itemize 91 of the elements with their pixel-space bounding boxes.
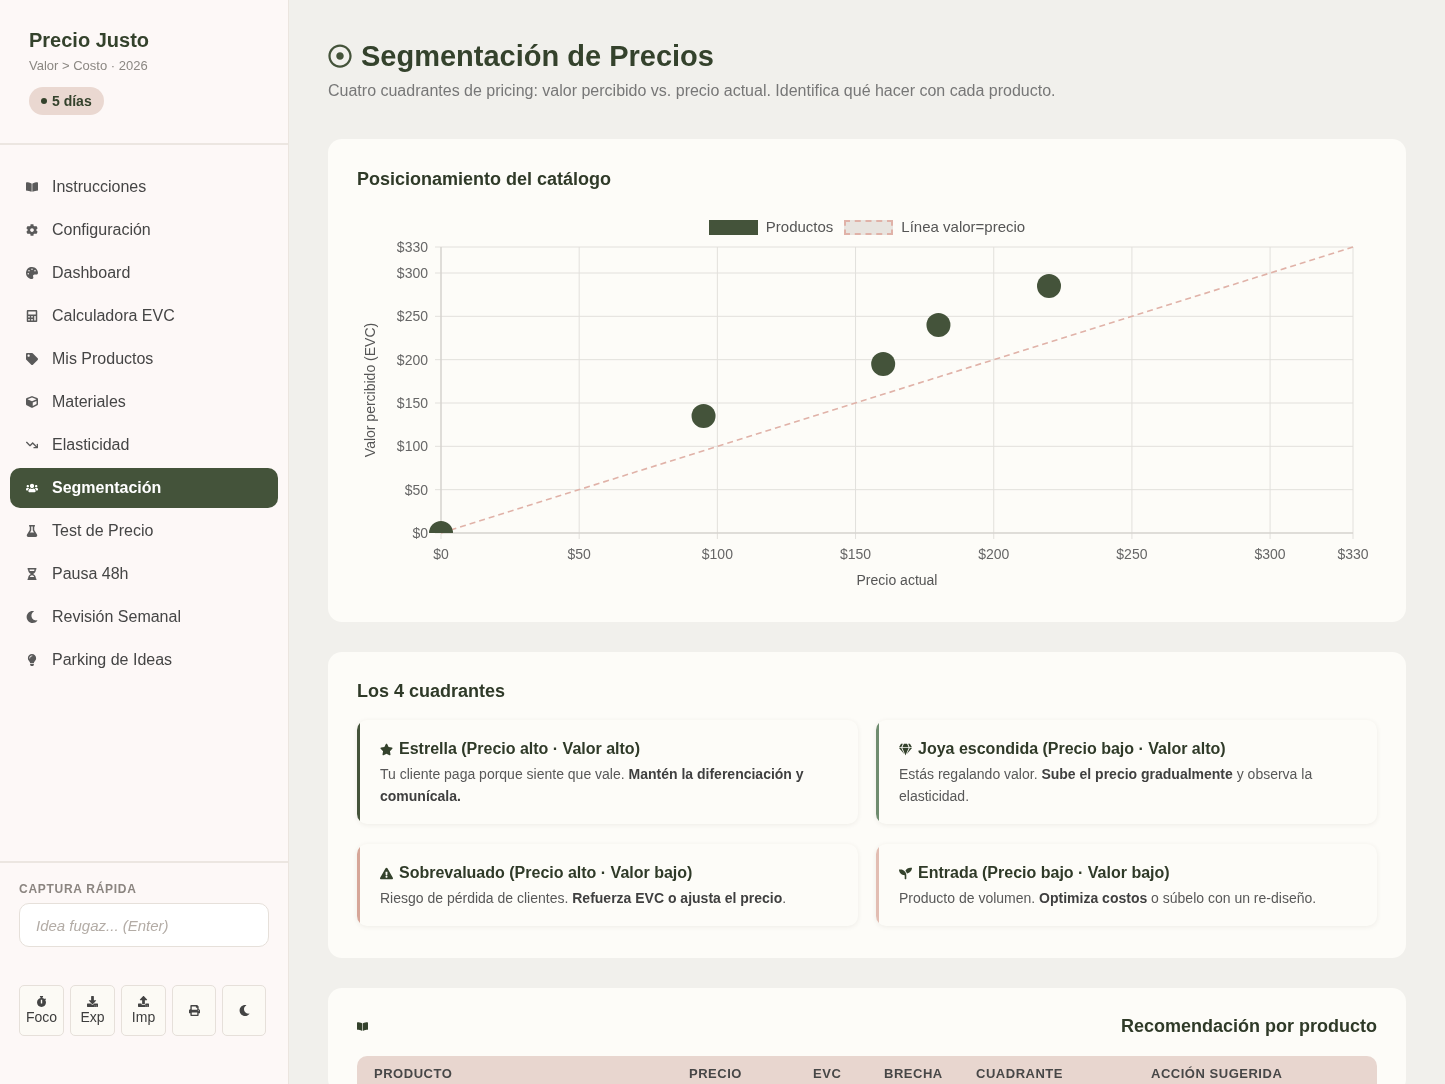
x-tick-label: $250 [1116,546,1148,562]
upload-icon [138,996,149,1007]
card-title: Los 4 cuadrantes [357,680,507,703]
column-header: PRODUCTO [374,1067,454,1081]
nav-item[interactable]: Calculadora EVC [10,296,278,336]
toolbar-button[interactable] [172,985,216,1036]
toolbar-button[interactable] [222,985,266,1036]
y-axis-title: Valor percibido (EVC) [362,322,378,458]
sprout-icon [899,866,912,880]
quadrant-title: Entrada (Precio bajo · Valor bajo) [918,863,1170,883]
legend-label: Línea valor=precio [901,217,1026,237]
nav-item[interactable]: Test de Precio [10,511,278,551]
app-title: Precio Justo [29,28,151,52]
page-title: Segmentación de Precios [361,39,714,74]
quadrant-title: Joya escondida (Precio bajo · Valor alto) [918,739,1226,759]
nav-item[interactable]: Configuración [10,210,278,250]
y-tick-label: $300 [396,265,428,281]
x-tick-label: $50 [567,546,591,562]
y-tick-label: $330 [396,239,428,255]
moon-icon [238,1005,250,1016]
hourglass-icon [26,568,38,580]
book-icon [357,1020,368,1032]
tag-icon [26,353,38,365]
column-header: PRECIO [689,1067,743,1081]
y-tick-label: $150 [396,395,428,411]
nav-item[interactable]: Segmentación [10,468,278,508]
stopwatch-icon [36,996,47,1007]
data-point [429,521,453,533]
nav-item[interactable]: Mis Productos [10,339,278,379]
quadrant-title: Estrella (Precio alto · Valor alto) [399,739,640,759]
star-icon [380,742,393,756]
print-icon [188,1005,200,1016]
cube-icon [26,396,38,408]
quadrant-description: Riesgo de pérdida de clientes. Refuerza EVC o ajusta el precio. [380,889,787,908]
nav-item[interactable]: Pausa 48h [10,554,278,594]
y-tick-label: $0 [412,525,428,541]
toolbar-button[interactable]: Exp [70,985,115,1036]
nav-item[interactable]: Instrucciones [10,167,278,207]
section-label: CAPTURA RÁPIDA [19,881,138,897]
nav-item[interactable]: Revisión Semanal [10,597,278,637]
y-tick-label: $200 [396,351,428,368]
target-icon [328,44,352,68]
quadrant-title: Sobrevaluado (Precio alto · Valor bajo) [399,863,693,883]
data-point [871,352,896,376]
nav-item[interactable]: Materiales [10,382,278,422]
toolbar-button[interactable]: Imp [121,985,166,1036]
trend-down-icon [26,439,38,451]
column-header: BRECHA [884,1067,944,1081]
quadrant-description: Tu cliente paga porque siente que vale. Mantén la diferenciación y comunícala. [380,765,805,806]
x-tick-label: $330 [1337,546,1369,562]
users-icon [26,482,38,494]
book-icon [26,181,38,193]
x-tick-label: $0 [433,546,449,562]
toolbar-button[interactable]: Foco [19,985,64,1036]
legend-swatch-icon [844,219,894,235]
card-title: Recomendación por producto [1120,1015,1377,1038]
warning-icon [380,866,393,880]
data-point [1037,274,1061,298]
download-icon [87,996,98,1007]
flask-icon [26,525,38,537]
gear-icon [26,224,38,236]
nav-item[interactable]: Dashboard [10,253,278,293]
lightbulb-icon [26,654,38,666]
column-header: CUADRANTE [976,1067,1064,1081]
data-point [926,313,951,337]
y-tick-label: $100 [396,438,428,455]
y-tick-label: $250 [396,308,428,325]
x-tick-label: $200 [978,546,1010,562]
x-tick-label: $300 [1254,546,1286,562]
badge-text: 5 días [52,92,92,111]
x-tick-label: $100 [701,546,733,562]
page-subtitle: Cuatro cuadrantes de pricing: valor percibido vs. precio actual. Identifica qué hacer con cada producto. [328,81,1057,101]
app-subtitle: Valor > Costo · 2026 [29,57,149,75]
x-tick-label: $150 [839,546,872,562]
column-header: ACCIÓN SUGERIDA [1151,1067,1284,1081]
legend-swatch-icon [708,219,758,235]
moon-icon [26,611,38,623]
data-point [691,404,716,428]
calculator-icon [26,310,38,322]
idea-input[interactable]: Idea fugaz... (Enter) [19,903,269,947]
x-axis-title: Precio actual [856,572,938,588]
gem-icon [899,742,912,756]
nav-item[interactable]: Elasticidad [10,425,278,465]
palette-icon [26,267,38,279]
card-title: Posicionamiento del catálogo [357,168,613,191]
quadrant-description: Estás regalando valor. Sube el precio gradualmente y observa la elasticidad. [899,765,1314,806]
quadrant-description: Producto de volumen. Optimiza costos o súbelo con un re-diseño. [899,889,1317,908]
legend-label: Productos [765,217,834,237]
column-header: EVC [813,1067,843,1081]
nav-item[interactable]: Parking de Ideas [10,640,278,680]
y-tick-label: $50 [404,481,428,498]
